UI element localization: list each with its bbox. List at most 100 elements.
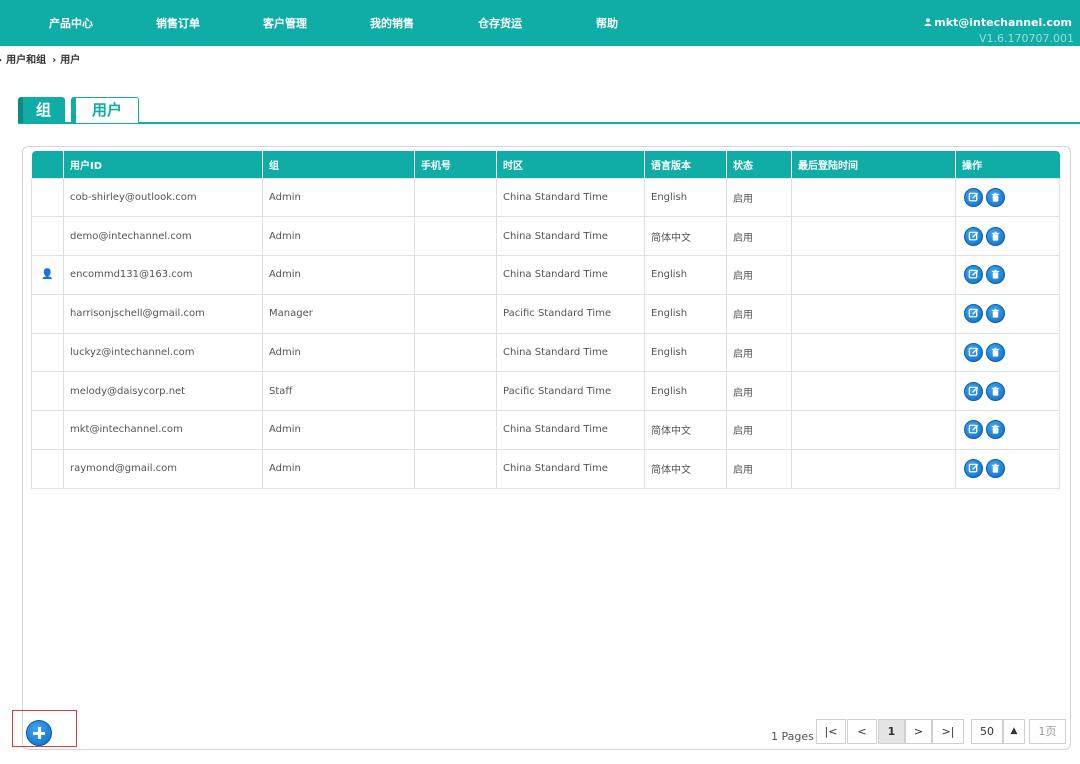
tab-group[interactable]: 组	[18, 97, 65, 123]
delete-button[interactable]	[986, 304, 1005, 324]
actions-cell	[955, 371, 1060, 411]
phone-cell	[414, 255, 497, 295]
edit-button[interactable]	[964, 342, 983, 362]
edit-button[interactable]	[964, 304, 983, 324]
edit-button[interactable]	[964, 381, 983, 401]
trash-icon	[991, 270, 1000, 279]
prev-page-button[interactable]: <	[847, 719, 877, 744]
page-size-toggle[interactable]: ▲	[1003, 719, 1025, 744]
nav-item-customer-management[interactable]: 客户管理	[263, 15, 307, 31]
column-header-phone[interactable]: 手机号	[414, 151, 497, 178]
trash-icon	[991, 347, 1000, 357]
table-row[interactable]: mkt@intechannel.com Admin China Standard T…	[31, 410, 1060, 450]
table-row[interactable]: raymond@gmail.com Admin China Standard Tim…	[31, 448, 1060, 489]
last-login-cell	[791, 293, 956, 334]
language-cell: English	[644, 293, 727, 334]
actions-cell	[955, 216, 1060, 256]
edit-button[interactable]	[964, 265, 983, 285]
edit-button[interactable]	[964, 226, 983, 246]
user-id-cell: raymond@gmail.com	[63, 448, 263, 489]
phone-cell	[414, 216, 497, 256]
trash-icon	[991, 425, 1000, 434]
actions-cell	[955, 410, 1060, 450]
trash-icon	[991, 192, 1000, 202]
table-row[interactable]: 👤 encommd131@163.com Admin China Standard T…	[31, 255, 1060, 295]
column-header-last-login[interactable]: 最后登陆时间	[791, 151, 956, 178]
edit-button[interactable]	[964, 187, 983, 207]
chevron-right-icon: ›	[0, 55, 2, 66]
timezone-cell: China Standard Time	[496, 332, 645, 373]
delete-button[interactable]	[986, 187, 1005, 207]
delete-button[interactable]	[986, 381, 1005, 401]
edit-icon	[968, 192, 979, 202]
table-row[interactable]: luckyz@intechannel.com Admin China Standar…	[31, 332, 1060, 373]
status-cell: 启用	[726, 410, 792, 450]
page-size-select[interactable]: 50	[971, 719, 1003, 744]
group-cell: Admin	[262, 177, 415, 218]
last-login-cell	[791, 410, 956, 450]
status-cell: 启用	[726, 293, 792, 334]
delete-button[interactable]	[986, 342, 1005, 362]
group-cell: Manager	[262, 293, 415, 334]
table-row[interactable]: cob-shirley@outlook.com Admin China Standa…	[31, 177, 1060, 218]
actions-cell	[955, 255, 1060, 295]
row-marker	[31, 448, 64, 489]
language-cell: English	[644, 371, 727, 411]
last-page-button[interactable]: >|	[932, 719, 964, 744]
actions-cell	[955, 332, 1060, 373]
column-header-language[interactable]: 语言版本	[644, 151, 727, 178]
language-cell: 简体中文	[644, 448, 727, 489]
delete-button[interactable]	[986, 459, 1005, 479]
row-marker: 👤	[31, 255, 64, 295]
edit-icon	[968, 386, 979, 395]
user-id-cell: encommd131@163.com	[63, 255, 263, 295]
current-page[interactable]: 1	[878, 719, 905, 744]
tab-user[interactable]: 用户	[71, 97, 139, 123]
edit-icon	[968, 463, 979, 473]
table-row[interactable]: demo@intechannel.com Admin China Standard …	[31, 216, 1060, 256]
tab-bar: 组 用户	[18, 97, 1080, 124]
last-login-cell	[791, 216, 956, 256]
table-row[interactable]: harrisonjschell@gmail.com Manager Pacific …	[31, 293, 1060, 334]
nav-item-my-sales[interactable]: 我的销售	[370, 15, 414, 31]
column-header-group[interactable]: 组	[262, 151, 415, 178]
last-login-cell	[791, 371, 956, 411]
table-row[interactable]: melody@daisycorp.net Staff Pacific Standar…	[31, 371, 1060, 411]
user-id-cell: cob-shirley@outlook.com	[63, 177, 263, 218]
nav-item-help[interactable]: 帮助	[596, 15, 618, 31]
delete-button[interactable]	[986, 265, 1005, 285]
column-header-user-id[interactable]: 用户ID	[63, 151, 263, 178]
language-cell: 简体中文	[644, 216, 727, 256]
phone-cell	[414, 293, 497, 334]
status-cell: 启用	[726, 216, 792, 256]
phone-cell	[414, 371, 497, 411]
user-table: 用户ID 组 手机号 时区 语言版本 状态 最后登陆时间 操作 cob-shir…	[31, 151, 1060, 489]
trash-icon	[991, 386, 1000, 396]
column-header-timezone[interactable]: 时区	[496, 151, 645, 178]
edit-button[interactable]	[964, 420, 983, 440]
phone-cell	[414, 448, 497, 489]
add-user-button[interactable]	[12, 710, 77, 747]
status-cell: 启用	[726, 448, 792, 489]
language-cell: English	[644, 255, 727, 295]
next-page-button[interactable]: >	[905, 719, 932, 744]
page-jump-input[interactable]: 1页	[1029, 719, 1066, 744]
user-menu[interactable]: mkt@intechannel.com	[924, 16, 1072, 29]
breadcrumb-item-users-and-groups[interactable]: 用户和组	[6, 51, 46, 66]
actions-cell	[955, 448, 1060, 489]
edit-icon	[968, 308, 979, 318]
nav-item-sales-orders[interactable]: 销售订单	[156, 15, 200, 31]
nav-item-warehouse-shipping[interactable]: 仓存货运	[478, 15, 522, 31]
delete-button[interactable]	[986, 226, 1005, 246]
first-page-button[interactable]: |<	[816, 719, 846, 744]
column-header-status[interactable]: 状态	[726, 151, 792, 178]
actions-cell	[955, 293, 1060, 334]
edit-button[interactable]	[964, 459, 983, 479]
chevron-right-icon: ›	[52, 55, 57, 66]
edit-icon	[968, 270, 979, 279]
timezone-cell: China Standard Time	[496, 216, 645, 256]
delete-button[interactable]	[986, 420, 1005, 440]
nav-item-product-center[interactable]: 产品中心	[49, 15, 93, 31]
breadcrumb-item-users: 用户	[60, 55, 81, 66]
plus-icon	[26, 720, 52, 746]
